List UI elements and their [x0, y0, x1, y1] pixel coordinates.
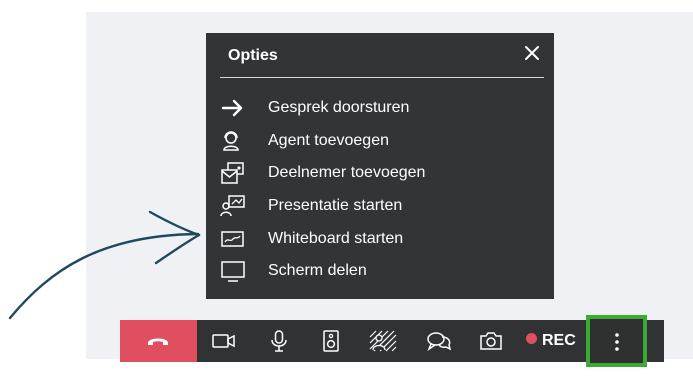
camera-icon[interactable] — [211, 329, 237, 353]
menu-item-label: Agent toevoegen — [268, 132, 389, 149]
arrow-right-icon — [220, 96, 246, 120]
options-header: Opties — [220, 33, 544, 78]
call-toolbar: REC — [120, 320, 664, 362]
menu-item-label: Whiteboard starten — [268, 230, 404, 247]
more-vertical-icon — [614, 332, 620, 352]
menu-item-share-screen[interactable]: Scherm delen — [220, 257, 540, 287]
screen-icon — [220, 259, 246, 283]
menu-item-label: Gesprek doorsturen — [268, 99, 410, 116]
record-label: REC — [542, 332, 576, 349]
microphone-icon[interactable] — [266, 329, 292, 353]
hang-up-icon — [145, 329, 171, 353]
options-panel: Opties Gesprek doorsturen Agent toevoege… — [206, 33, 554, 299]
add-participant-icon — [220, 161, 246, 185]
presentation-icon — [220, 194, 246, 218]
record-dot-icon — [526, 333, 537, 345]
agent-icon — [220, 129, 246, 153]
snapshot-icon[interactable] — [478, 329, 504, 353]
more-options-button[interactable] — [586, 315, 647, 367]
close-icon[interactable] — [522, 43, 542, 63]
menu-item-add-participant[interactable]: Deelnemer toevoegen — [220, 159, 540, 189]
menu-item-label: Deelnemer toevoegen — [268, 164, 426, 181]
chat-icon[interactable] — [426, 329, 452, 353]
menu-item-start-whiteboard[interactable]: Whiteboard starten — [220, 225, 540, 255]
speaker-icon[interactable] — [318, 329, 344, 353]
hang-up-button[interactable] — [120, 320, 197, 362]
menu-item-forward-call[interactable]: Gesprek doorsturen — [220, 94, 540, 124]
record-button[interactable]: REC — [526, 332, 576, 352]
whiteboard-icon — [220, 227, 246, 251]
menu-item-start-presentation[interactable]: Presentatie starten — [220, 192, 540, 222]
menu-item-add-agent[interactable]: Agent toevoegen — [220, 127, 540, 157]
background-blur-icon[interactable] — [368, 329, 397, 353]
options-title: Opties — [228, 47, 278, 64]
menu-item-label: Presentatie starten — [268, 197, 403, 214]
menu-item-label: Scherm delen — [268, 262, 367, 279]
